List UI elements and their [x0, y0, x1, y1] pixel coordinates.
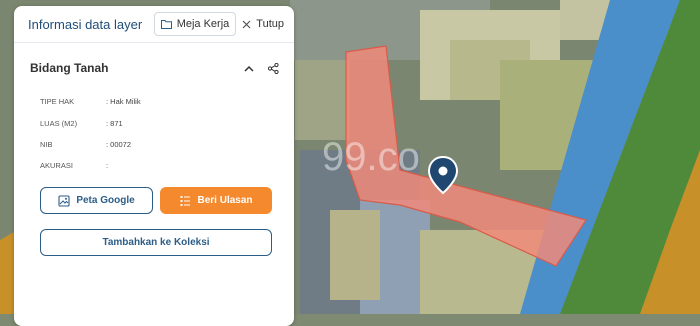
folder-icon [160, 20, 172, 29]
attr-value: : 871 [106, 119, 123, 128]
panel-title: Informasi data layer [28, 16, 143, 32]
meja-kerja-label: Meja Kerja [176, 18, 230, 30]
collapse-button[interactable] [240, 59, 258, 77]
tutup-button[interactable]: Tutup [242, 18, 284, 30]
close-icon [242, 20, 251, 28]
attr-value: : [106, 161, 109, 170]
attr-value: : 00072 [106, 140, 132, 149]
review-list-icon [180, 195, 191, 206]
info-panel: Informasi data layer Meja Kerja Tutup Bi… [14, 6, 294, 326]
share-button[interactable] [264, 59, 282, 77]
attr-value: : Hak Milik [106, 97, 141, 106]
attr-row-luas: LUAS (M2) : 871 [40, 119, 123, 128]
zone-left [0, 232, 14, 314]
tambahkan-koleksi-button[interactable]: Tambahkan ke Koleksi [40, 229, 272, 256]
attr-key: TIPE HAK [40, 97, 75, 106]
attr-row-akurasi: AKURASI : [40, 161, 108, 170]
section-title: Bidang Tanah [30, 61, 109, 75]
meja-kerja-button[interactable]: Meja Kerja [153, 12, 237, 36]
attr-key: LUAS (M2) [40, 119, 78, 128]
watermark: 99.co [322, 135, 420, 179]
peta-google-label: Peta Google [76, 195, 135, 206]
attr-row-nib: NIB : 00072 [40, 140, 131, 149]
tambahkan-koleksi-label: Tambahkan ke Koleksi [102, 237, 210, 248]
tutup-label: Tutup [256, 18, 284, 30]
share-icon [267, 62, 279, 74]
attr-key: AKURASI [40, 161, 73, 170]
peta-google-button[interactable]: Peta Google [40, 187, 153, 214]
attr-key: NIB [40, 140, 53, 149]
attr-row-tipe-hak: TIPE HAK : Hak Milik [40, 97, 141, 106]
panel-header: Informasi data layer Meja Kerja Tutup [14, 6, 294, 43]
map-image-icon [58, 194, 70, 207]
chevron-up-icon [244, 65, 254, 72]
section-header: Bidang Tanah [14, 43, 294, 93]
beri-ulasan-label: Beri Ulasan [197, 195, 253, 206]
beri-ulasan-button[interactable]: Beri Ulasan [160, 187, 272, 214]
